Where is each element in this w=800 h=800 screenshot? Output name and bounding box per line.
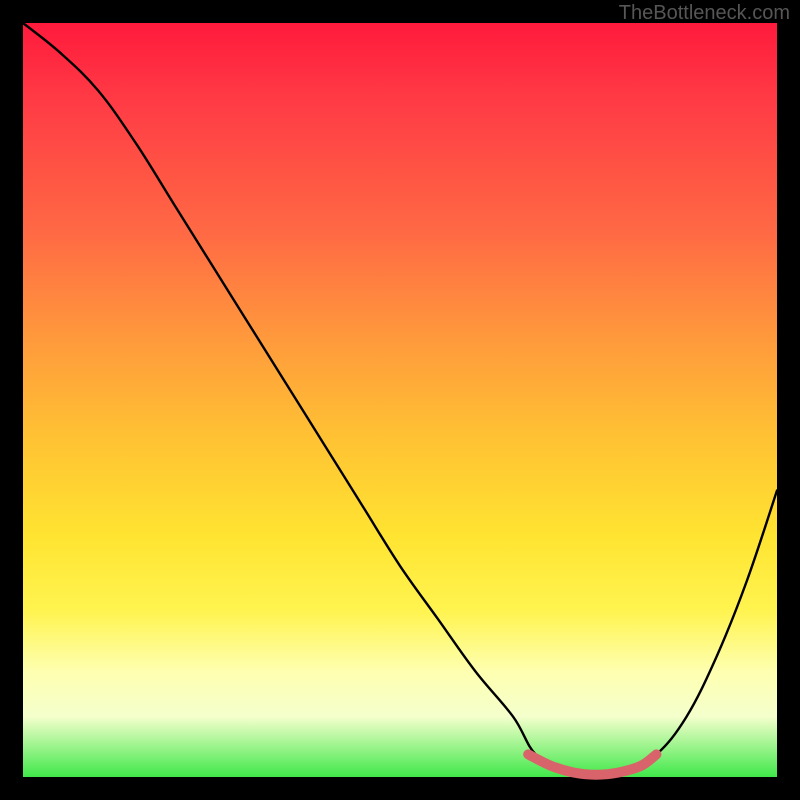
bottleneck-curve (23, 23, 777, 777)
plot-area (23, 23, 777, 777)
optimal-range-highlight (528, 754, 656, 774)
chart-frame: TheBottleneck.com (0, 0, 800, 800)
watermark-text: TheBottleneck.com (619, 2, 790, 25)
curve-layer (23, 23, 777, 777)
